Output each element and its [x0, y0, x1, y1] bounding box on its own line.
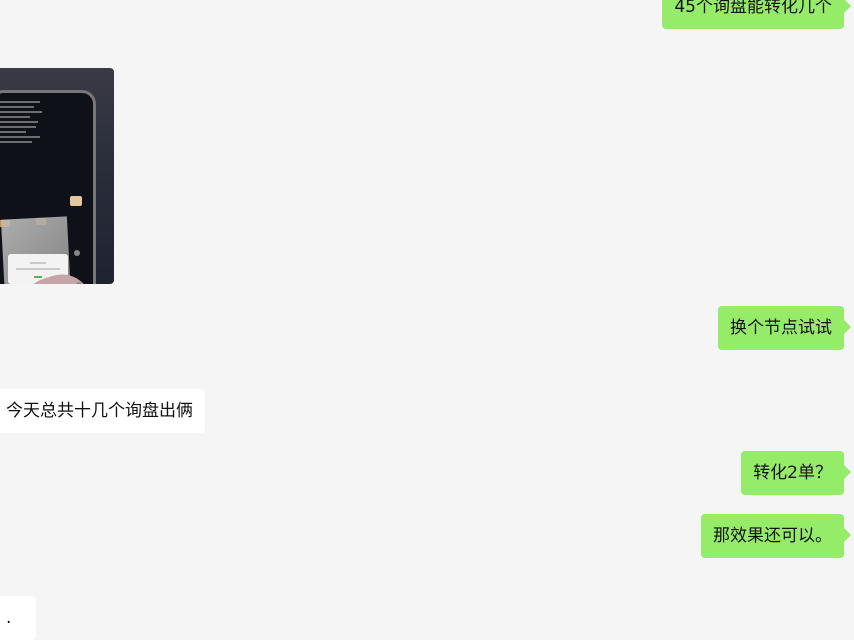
message-bubble[interactable]: 转化2单？ [741, 451, 851, 495]
message-text: 今天总共十几个询盘出俩 [6, 401, 193, 421]
message-outgoing: 换个节点试试 [718, 306, 851, 350]
message-bubble[interactable]: 那效果还可以。 [701, 514, 851, 558]
message-text: . [6, 608, 12, 628]
image-message[interactable] [0, 68, 114, 284]
message-text: 转化2单？ [753, 463, 832, 483]
message-outgoing: 45个询盘能转化几个 [662, 0, 851, 29]
message-text: 换个节点试试 [730, 318, 832, 338]
photo-crown-shape [70, 196, 82, 206]
message-bubble[interactable]: 换个节点试试 [718, 306, 851, 350]
message-incoming: 今天总共十几个询盘出俩 [0, 389, 205, 433]
message-bubble[interactable]: . [0, 596, 36, 640]
message-outgoing: 那效果还可以。 [701, 514, 851, 558]
message-incoming: . [0, 596, 36, 640]
photo-dot [76, 282, 82, 284]
message-bubble[interactable]: 今天总共十几个询盘出俩 [0, 389, 205, 433]
message-text: 45个询盘能转化几个 [674, 0, 832, 17]
message-bubble[interactable]: 45个询盘能转化几个 [662, 0, 851, 29]
chat-history: 45个询盘能转化几个 换个节点试试 今天总共十几个询盘出俩 转化2单？ 那效果还… [0, 0, 854, 640]
photo-dot [74, 250, 80, 256]
photo-text-lines [0, 98, 44, 146]
message-outgoing: 转化2单？ [741, 451, 851, 495]
message-text: 那效果还可以。 [713, 526, 832, 546]
